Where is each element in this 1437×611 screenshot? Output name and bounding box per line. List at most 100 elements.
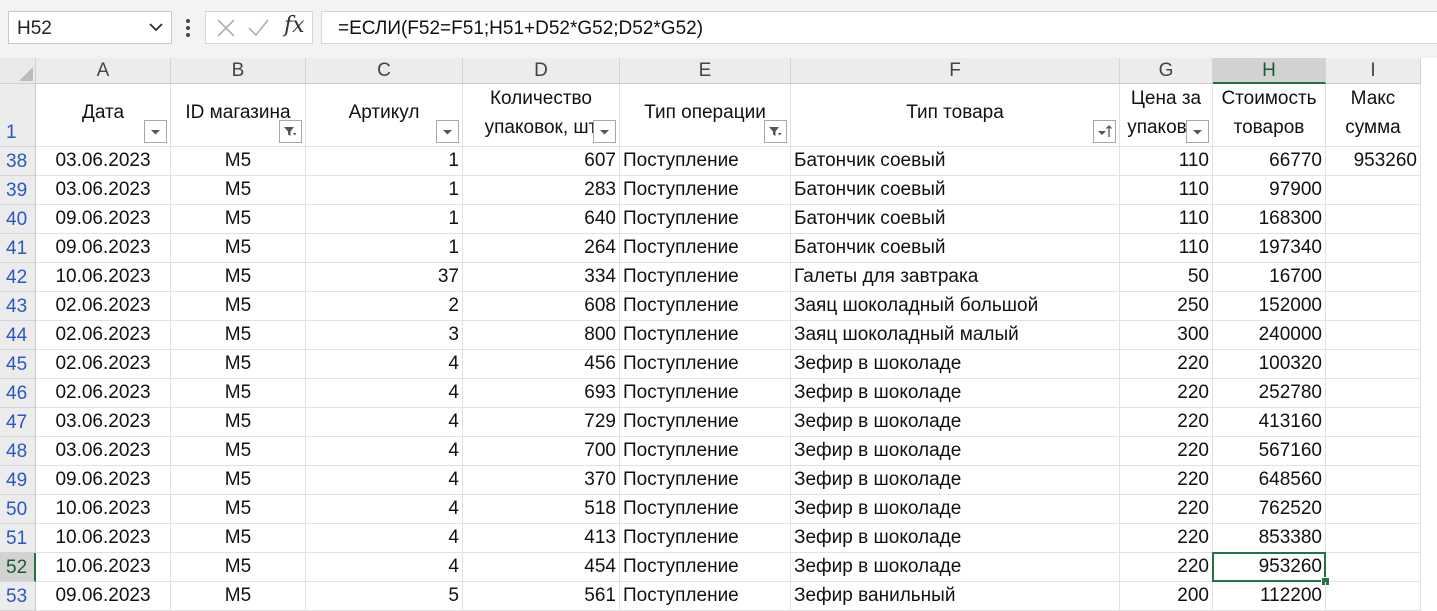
column-header-f[interactable]: F (791, 58, 1120, 84)
cell-c46[interactable]: 4 (306, 379, 463, 408)
cell-h43[interactable]: 152000 (1213, 292, 1326, 321)
column-header-h[interactable]: H (1213, 58, 1326, 84)
cell-f41[interactable]: Батончик соевый (791, 234, 1120, 263)
cell-d42[interactable]: 334 (463, 263, 620, 292)
cell-d41[interactable]: 264 (463, 234, 620, 263)
cell-d49[interactable]: 370 (463, 466, 620, 495)
cell-c43[interactable]: 2 (306, 292, 463, 321)
row-header-1[interactable]: 1 (0, 84, 36, 147)
cell-c39[interactable]: 1 (306, 176, 463, 205)
cell-i43[interactable] (1326, 292, 1421, 321)
cell-g42[interactable]: 50 (1120, 263, 1213, 292)
cell-c48[interactable]: 4 (306, 437, 463, 466)
cell-i50[interactable] (1326, 495, 1421, 524)
cell-g39[interactable]: 110 (1120, 176, 1213, 205)
cell-a49[interactable]: 09.06.2023 (36, 466, 171, 495)
filter-dropdown-button[interactable] (436, 120, 459, 143)
row-header-42[interactable]: 42 (0, 263, 36, 292)
cell-c50[interactable]: 4 (306, 495, 463, 524)
column-header-g[interactable]: G (1120, 58, 1213, 84)
cell-c44[interactable]: 3 (306, 321, 463, 350)
cell-g43[interactable]: 250 (1120, 292, 1213, 321)
cell-b44[interactable]: M5 (171, 321, 306, 350)
cell-b43[interactable]: M5 (171, 292, 306, 321)
column-header-e[interactable]: E (620, 58, 791, 84)
cell-h47[interactable]: 413160 (1213, 408, 1326, 437)
header-cell-a[interactable]: Дата (36, 84, 171, 147)
cell-g45[interactable]: 220 (1120, 350, 1213, 379)
cell-i40[interactable] (1326, 205, 1421, 234)
cell-h50[interactable]: 762520 (1213, 495, 1326, 524)
cell-f39[interactable]: Батончик соевый (791, 176, 1120, 205)
cell-e38[interactable]: Поступление (620, 147, 791, 176)
column-header-b[interactable]: B (171, 58, 306, 84)
cell-b40[interactable]: M5 (171, 205, 306, 234)
cell-e39[interactable]: Поступление (620, 176, 791, 205)
cell-i52[interactable] (1326, 553, 1421, 582)
cell-d38[interactable]: 607 (463, 147, 620, 176)
cell-f48[interactable]: Зефир в шоколаде (791, 437, 1120, 466)
sort-ascending-button[interactable] (1093, 120, 1116, 143)
cell-g38[interactable]: 110 (1120, 147, 1213, 176)
cell-e48[interactable]: Поступление (620, 437, 791, 466)
row-header-41[interactable]: 41 (0, 234, 36, 263)
cell-e47[interactable]: Поступление (620, 408, 791, 437)
cell-g52[interactable]: 220 (1120, 553, 1213, 582)
cell-d39[interactable]: 283 (463, 176, 620, 205)
cell-d48[interactable]: 700 (463, 437, 620, 466)
cell-h45[interactable]: 100320 (1213, 350, 1326, 379)
cell-h40[interactable]: 168300 (1213, 205, 1326, 234)
cell-g44[interactable]: 300 (1120, 321, 1213, 350)
cell-c51[interactable]: 4 (306, 524, 463, 553)
cell-i39[interactable] (1326, 176, 1421, 205)
cell-e43[interactable]: Поступление (620, 292, 791, 321)
cell-h48[interactable]: 567160 (1213, 437, 1326, 466)
cell-a51[interactable]: 10.06.2023 (36, 524, 171, 553)
insert-function-icon[interactable]: fx (284, 13, 305, 38)
cell-h51[interactable]: 853380 (1213, 524, 1326, 553)
cell-h49[interactable]: 648560 (1213, 466, 1326, 495)
cell-f50[interactable]: Зефир в шоколаде (791, 495, 1120, 524)
cell-d50[interactable]: 518 (463, 495, 620, 524)
header-cell-g[interactable]: Цена за упаковку (1120, 84, 1213, 147)
chevron-down-icon[interactable] (147, 18, 165, 36)
column-header-d[interactable]: D (463, 58, 620, 84)
cell-f42[interactable]: Галеты для завтрака (791, 263, 1120, 292)
cell-c52[interactable]: 4 (306, 553, 463, 582)
cell-f46[interactable]: Зефир в шоколаде (791, 379, 1120, 408)
cell-f43[interactable]: Заяц шоколадный большой (791, 292, 1120, 321)
cell-g41[interactable]: 110 (1120, 234, 1213, 263)
formula-input[interactable]: =ЕСЛИ(F52=F51;H51+D52*G52;D52*G52) (321, 11, 1437, 44)
cell-h46[interactable]: 252780 (1213, 379, 1326, 408)
cell-c45[interactable]: 4 (306, 350, 463, 379)
cell-e44[interactable]: Поступление (620, 321, 791, 350)
cell-d46[interactable]: 693 (463, 379, 620, 408)
row-header-47[interactable]: 47 (0, 408, 36, 437)
cell-h38[interactable]: 66770 (1213, 147, 1326, 176)
cell-b39[interactable]: M5 (171, 176, 306, 205)
cell-b47[interactable]: M5 (171, 408, 306, 437)
cell-a52[interactable]: 10.06.2023 (36, 553, 171, 582)
cell-e50[interactable]: Поступление (620, 495, 791, 524)
cell-h52[interactable]: 953260 (1213, 553, 1326, 582)
filter-dropdown-button[interactable] (144, 120, 167, 143)
cell-b50[interactable]: M5 (171, 495, 306, 524)
cell-b48[interactable]: M5 (171, 437, 306, 466)
cell-e46[interactable]: Поступление (620, 379, 791, 408)
cell-g40[interactable]: 110 (1120, 205, 1213, 234)
cell-c38[interactable]: 1 (306, 147, 463, 176)
cell-b45[interactable]: M5 (171, 350, 306, 379)
cell-i48[interactable] (1326, 437, 1421, 466)
row-header-51[interactable]: 51 (0, 524, 36, 553)
row-header-40[interactable]: 40 (0, 205, 36, 234)
row-header-38[interactable]: 38 (0, 147, 36, 176)
cell-i45[interactable] (1326, 350, 1421, 379)
row-header-44[interactable]: 44 (0, 321, 36, 350)
cell-c47[interactable]: 4 (306, 408, 463, 437)
cell-b38[interactable]: M5 (171, 147, 306, 176)
cell-b52[interactable]: M5 (171, 553, 306, 582)
cell-a41[interactable]: 09.06.2023 (36, 234, 171, 263)
row-header-46[interactable]: 46 (0, 379, 36, 408)
column-header-a[interactable]: A (36, 58, 171, 84)
cell-c49[interactable]: 4 (306, 466, 463, 495)
